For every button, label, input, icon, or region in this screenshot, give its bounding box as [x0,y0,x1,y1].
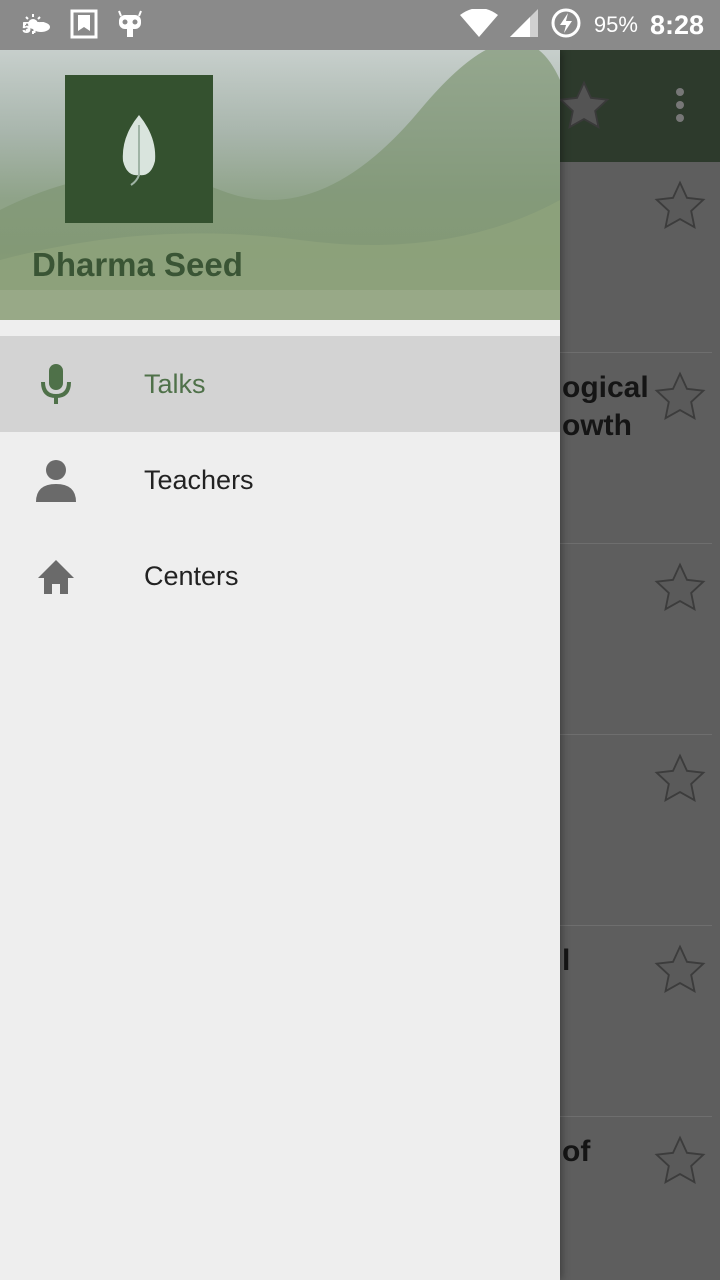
drawer-item-talks[interactable]: Talks [0,336,560,432]
person-icon [34,456,78,504]
wifi-icon [459,7,498,42]
signal-icon [509,8,538,42]
app-name: Dharma Seed [32,246,243,283]
bookmark-star-icon [68,8,100,40]
drawer-item-label: Talks [144,369,206,399]
drawer-item-label: Centers [144,561,239,591]
home-icon [34,552,78,600]
star-icon[interactable] [652,942,708,1003]
star-icon[interactable] [652,560,708,621]
battery-charging-icon [550,7,582,44]
overflow-menu-icon[interactable] [676,88,684,127]
star-icon[interactable] [652,178,708,239]
cyanogen-icon [114,8,146,40]
star-icon[interactable] [652,751,708,812]
drawer-item-teachers[interactable]: Teachers [0,432,560,528]
battery-percent: 95% [593,12,638,37]
status-bar: 57° 95% 8:28 [0,0,720,50]
microphone-icon [34,360,78,408]
list-item-title: l [562,944,571,977]
clock: 8:28 [649,9,704,40]
list-item-title: ogical owth [562,371,649,442]
star-icon[interactable] [652,369,708,430]
drawer-menu: Talks Teachers Centers [0,336,560,624]
star-icon[interactable] [652,1133,708,1194]
drawer-header: Dharma Seed [0,50,560,320]
list-item-title: of [562,1135,591,1168]
drawer-item-centers[interactable]: Centers [0,528,560,624]
temperature-text: 57° [22,20,47,37]
drawer-item-label: Teachers [144,465,254,495]
app-logo [65,75,213,223]
leaf-icon [122,115,156,186]
star-filter-icon[interactable] [556,78,612,139]
navigation-drawer: Dharma Seed Talks Teachers Centers [0,50,560,1280]
